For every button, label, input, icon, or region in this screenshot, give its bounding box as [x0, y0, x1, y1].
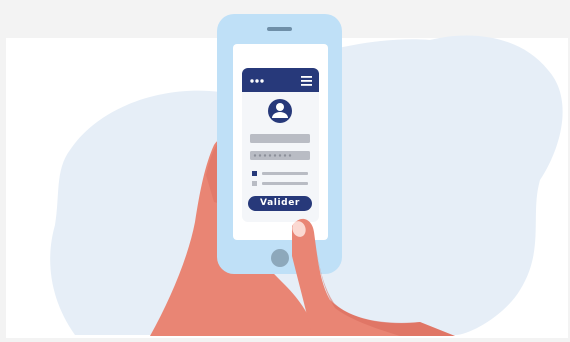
user-avatar-icon — [268, 99, 292, 123]
illustration-scene: Valider — [0, 0, 570, 342]
hamburger-menu-icon[interactable] — [301, 76, 312, 86]
submit-button-label[interactable]: Valider — [248, 196, 312, 211]
menu-dots-icon[interactable] — [250, 79, 264, 83]
checkbox-label-line — [262, 172, 308, 175]
checkbox-label-line — [262, 182, 308, 185]
phone-login-illustration — [50, 14, 563, 336]
phone-home-button — [271, 249, 289, 267]
checkbox-icon[interactable] — [252, 181, 257, 186]
phone-speaker — [267, 27, 292, 31]
username-field[interactable] — [250, 134, 310, 143]
checkbox-icon[interactable] — [252, 171, 257, 176]
